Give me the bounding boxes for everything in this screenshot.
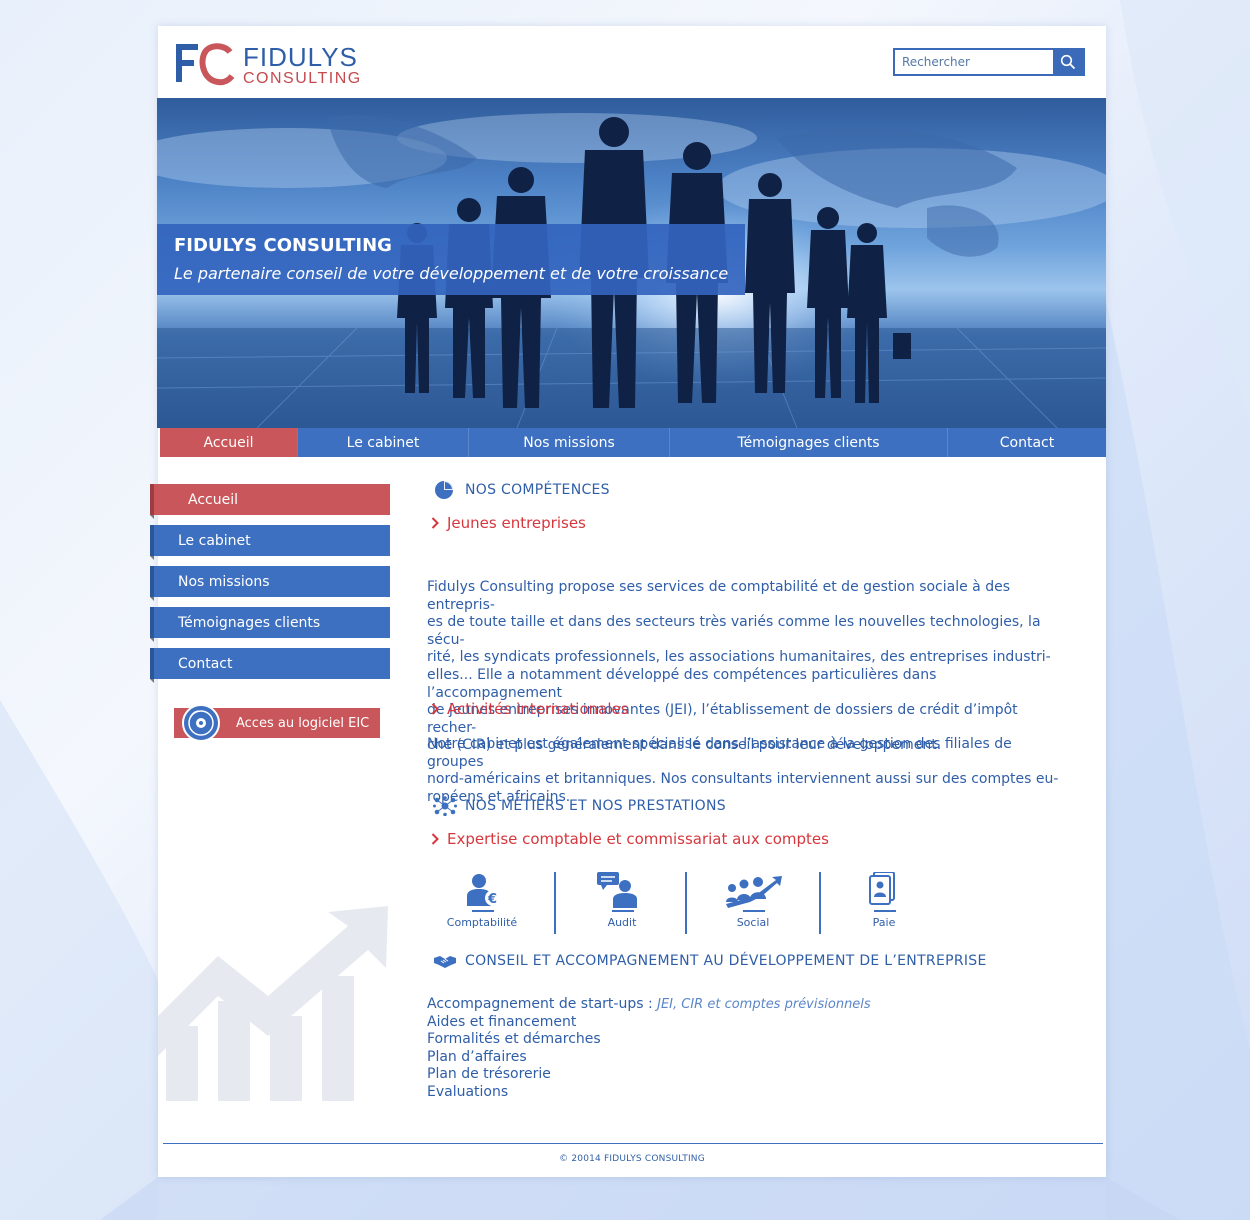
list-item: Accompagnement de start-ups : JEI, CIR e… (427, 996, 871, 1014)
service-audit-label: Audit (607, 916, 637, 929)
section-competences-title: NOS COMPÉTENCES (465, 482, 610, 498)
topnav-item-contact[interactable]: Contact (948, 428, 1106, 457)
top-navigation: Accueil Le cabinet Nos missions Témoigna… (160, 428, 1106, 457)
subsection-jeunes-title: Jeunes entreprises (447, 514, 586, 532)
section-metiers-heading: NOS MÉTIERS ET NOS PRESTATIONS (433, 796, 726, 816)
hero-caption: FIDULYS CONSULTING Le partenaire conseil… (157, 224, 745, 295)
service-audit[interactable]: Audit (567, 872, 677, 929)
network-people-icon (433, 796, 457, 816)
services-divider (685, 872, 687, 934)
service-comptabilite-label: Comptabilité (446, 916, 518, 929)
accountant-euro-icon: € (467, 874, 501, 912)
footer-divider (163, 1143, 1103, 1144)
consultation-icon (597, 872, 637, 912)
paragraph-line: rité, les syndicats professionnels, les … (427, 649, 1051, 666)
pie-chart-icon (435, 481, 453, 499)
payslip-icon (869, 871, 896, 912)
sidemenu-item-temoignages-clients[interactable]: Témoignages clients (150, 607, 390, 642)
jeunes-entreprises-paragraph: Fidulys Consulting propose ses services … (427, 579, 1063, 755)
list-item: Plan d’affaires (427, 1048, 527, 1065)
list-item: Formalités et démarches (427, 1031, 601, 1048)
services-divider (554, 872, 556, 934)
paragraph-line: nord-américains et britanniques. Nos con… (427, 771, 1059, 788)
team-growth-icon (726, 876, 782, 912)
services-divider (819, 872, 821, 934)
service-comptabilite[interactable]: € Comptabilité (427, 872, 537, 929)
eic-software-button[interactable]: Acces au logiciel EIC (174, 704, 380, 742)
list-item: Aides et financement (427, 1013, 577, 1030)
subsection-jeunes-entreprises[interactable]: Jeunes entreprises (431, 514, 586, 532)
hero-banner-image: FIDULYS CONSULTING Le partenaire conseil… (157, 98, 1106, 428)
handshake-icon (434, 956, 456, 968)
sidemenu-item-contact[interactable]: Contact (150, 648, 390, 683)
service-paie[interactable]: Paie (829, 871, 939, 929)
section-metiers-title: NOS MÉTIERS ET NOS PRESTATIONS (465, 798, 726, 814)
search-button[interactable] (1053, 50, 1083, 74)
logo-text-top: FIDULYS (243, 42, 358, 72)
subsection-expertise-title: Expertise comptable et commissariat aux … (447, 830, 829, 848)
services-row: € Comptabilité Audit Social Paie (427, 871, 907, 936)
conseil-list: Accompagnement de start-ups : JEI, CIR e… (427, 996, 871, 1102)
paragraph-line: Notre cabinet est également spécialisé d… (427, 736, 1012, 770)
topnav-item-temoignages-clients[interactable]: Témoignages clients (670, 428, 948, 457)
sidemenu-item-nos-missions[interactable]: Nos missions (150, 566, 390, 601)
logo-mark-icon (176, 43, 235, 86)
list-item-label: Accompagnement de start-ups : (427, 996, 658, 1012)
service-paie-label: Paie (872, 916, 896, 929)
eic-button-label: Acces au logiciel EIC (236, 715, 370, 731)
topnav-item-accueil[interactable]: Accueil (160, 428, 298, 457)
subsection-expertise-comptable[interactable]: Expertise comptable et commissariat aux … (431, 830, 829, 848)
logo[interactable]: FIDULYS CONSULTING (174, 40, 374, 88)
logo-text-bottom: CONSULTING (243, 70, 362, 87)
paragraph-line: elles... Elle a notamment développé des … (427, 666, 937, 701)
service-social[interactable]: Social (698, 872, 808, 929)
subsection-activites-internationales[interactable]: Activités internationales (431, 700, 629, 718)
growth-chart-decoration-icon (158, 906, 388, 1101)
svg-text:€: € (487, 892, 497, 907)
topnav-item-nos-missions[interactable]: Nos missions (469, 428, 670, 457)
footer-copyright: © 20014 FIDULYS CONSULTING (559, 1154, 705, 1164)
search-box (893, 48, 1085, 76)
hero-subtitle: Le partenaire conseil de votre développe… (174, 264, 729, 283)
page-container: FIDULYS CONSULTING Rechercher FIDULYS CO… (150, 26, 1106, 1177)
chevron-right-icon (431, 833, 439, 845)
chevron-right-icon (431, 703, 439, 715)
hero-title: FIDULYS CONSULTING (174, 235, 392, 256)
paragraph-line: Fidulys Consulting propose ses services … (427, 579, 1010, 613)
cd-disc-icon (182, 704, 220, 742)
sidemenu-item-le-cabinet[interactable]: Le cabinet (150, 525, 390, 560)
list-item: Evaluations (427, 1083, 509, 1100)
topnav-item-le-cabinet[interactable]: Le cabinet (298, 428, 469, 457)
section-competences-heading: NOS COMPÉTENCES (433, 480, 610, 500)
section-conseil-heading: CONSEIL ET ACCOMPAGNEMENT AU DÉVELOPPEME… (433, 951, 987, 971)
sidemenu-item-accueil[interactable]: Accueil (150, 484, 390, 519)
subsection-international-title: Activités internationales (447, 700, 629, 718)
list-item: Plan de trésorerie (427, 1066, 551, 1083)
search-icon (1060, 54, 1076, 70)
side-menu: Accueil Le cabinet Nos missions Témoigna… (150, 484, 390, 689)
section-conseil-title: CONSEIL ET ACCOMPAGNEMENT AU DÉVELOPPEME… (465, 953, 987, 969)
search-input[interactable] (895, 50, 1053, 74)
list-item-note: JEI, CIR et comptes prévisionnels (657, 997, 871, 1012)
chevron-right-icon (431, 517, 439, 529)
service-social-label: Social (736, 916, 770, 929)
paragraph-line: es de toute taille et dans des secteurs … (427, 614, 1041, 648)
